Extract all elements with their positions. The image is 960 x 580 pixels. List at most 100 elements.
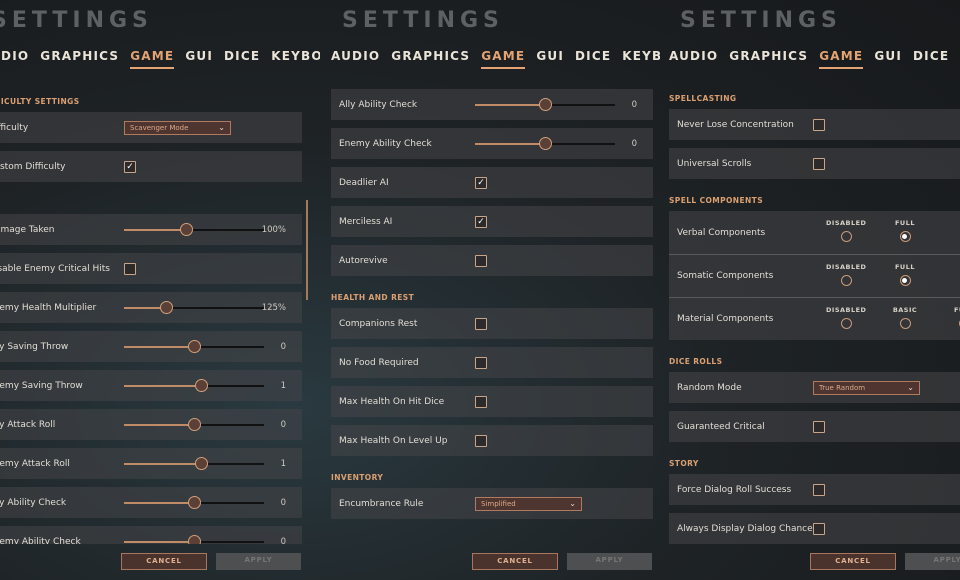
tab-dice[interactable]: DICE	[913, 49, 949, 69]
tab-game[interactable]: GAME	[481, 49, 526, 69]
slider-value: 0	[280, 536, 286, 545]
slider-thumb[interactable]	[188, 340, 201, 353]
dropdown[interactable]: Scavenger Mode ⌄	[124, 120, 231, 135]
setting-max-health-on-level-up: Max Health On Level Up	[331, 425, 653, 456]
radio-option-disabled[interactable]: DISABLED	[826, 219, 866, 246]
checkbox[interactable]	[475, 317, 487, 330]
radio-button[interactable]	[899, 318, 911, 329]
tab-keyboard[interactable]: KEYBOARD	[622, 49, 660, 69]
checkbox[interactable]	[813, 420, 825, 433]
slider-thumb[interactable]	[188, 418, 201, 431]
slider-track[interactable]	[475, 98, 615, 111]
setting-ally-attack-roll: Ally Attack Roll 0	[0, 409, 302, 440]
dropdown-value: Simplified	[481, 499, 516, 508]
checkbox[interactable]	[475, 356, 487, 369]
setting-label: Autorevive	[339, 255, 388, 266]
setting-label: Universal Scrolls	[677, 158, 752, 169]
slider-thumb[interactable]	[160, 301, 173, 314]
apply-button[interactable]: APPLY	[567, 553, 652, 570]
slider-thumb[interactable]	[195, 379, 208, 392]
apply-button[interactable]: APPLY	[216, 553, 301, 570]
dropdown[interactable]: Simplified ⌄	[475, 496, 582, 511]
slider-thumb[interactable]	[179, 223, 193, 236]
radio-button[interactable]	[840, 275, 852, 286]
checkbox[interactable]	[813, 118, 825, 131]
radio-button[interactable]	[840, 318, 852, 329]
setting-random-mode: Random Mode True Random ⌄	[669, 372, 960, 403]
slider-track[interactable]	[124, 496, 264, 509]
check-icon: ✓	[477, 216, 485, 227]
checkbox[interactable]	[475, 434, 487, 447]
slider-track[interactable]	[124, 535, 264, 544]
slider-track[interactable]	[124, 301, 264, 314]
tab-dice[interactable]: DICE	[224, 49, 260, 69]
cancel-button[interactable]: CANCEL	[472, 553, 558, 570]
radio-button[interactable]	[899, 231, 911, 242]
radio-option-disabled[interactable]: DISABLED	[826, 263, 866, 290]
slider-track[interactable]	[124, 457, 264, 470]
page-title: SETTINGS	[342, 8, 504, 33]
slider-track[interactable]	[124, 223, 264, 236]
setting-label: Never Lose Concentration	[677, 119, 794, 130]
slider-thumb[interactable]	[188, 535, 201, 544]
cancel-button[interactable]: CANCEL	[121, 553, 207, 570]
tab-keyboard[interactable]: KEYBOARD	[271, 49, 320, 69]
settings-panel-1: SETTINGS AUDIO GRAPHICS GAME GUI DICE KEYBOARD…	[0, 0, 320, 580]
setting-label: Ally Ability Check	[0, 497, 67, 508]
settings-panel-3: SETTINGSAUDIOGRAPHICSGAMEGUIDICEKEYBOARD…	[660, 0, 960, 580]
slider-track[interactable]	[124, 418, 264, 431]
tab-gui[interactable]: GUI	[536, 49, 564, 69]
settings-tabs: AUDIOGRAPHICSGAMEGUIDICEKEYBOARD	[669, 49, 960, 69]
checkbox[interactable]	[475, 395, 487, 408]
slider-thumb[interactable]	[539, 137, 552, 150]
tab-game[interactable]: GAME	[819, 49, 864, 69]
tab-graphics[interactable]: GRAPHICS	[40, 49, 119, 69]
scrollbar[interactable]	[306, 200, 308, 300]
checkbox[interactable]	[475, 254, 487, 267]
dropdown[interactable]: True Random ⌄	[813, 380, 920, 395]
setting-max-health-on-hit-dice: Max Health On Hit Dice	[331, 386, 653, 417]
slider-fill	[124, 385, 201, 387]
setting-autorevive: Autorevive	[331, 245, 653, 276]
radio-button[interactable]	[840, 231, 852, 242]
checkbox[interactable]: ✓	[124, 160, 136, 173]
cancel-button[interactable]: CANCEL	[810, 553, 896, 570]
tab-audio[interactable]: AUDIO	[331, 49, 380, 69]
slider-thumb[interactable]	[188, 496, 201, 509]
checkbox[interactable]	[813, 483, 825, 496]
slider-value: 100%	[261, 224, 286, 235]
setting-enemy-saving-throw: Enemy Saving Throw 1	[0, 370, 302, 401]
slider-track[interactable]	[124, 340, 264, 353]
radio-option-disabled[interactable]: DISABLED	[826, 306, 866, 333]
tab-graphics[interactable]: GRAPHICS	[391, 49, 470, 69]
tab-gui[interactable]: GUI	[185, 49, 213, 69]
checkbox[interactable]	[813, 522, 825, 535]
radio-option-basic[interactable]: BASIC	[885, 306, 925, 333]
checkbox[interactable]	[813, 157, 825, 170]
slider-track[interactable]	[124, 379, 264, 392]
radio-button[interactable]	[899, 275, 911, 286]
apply-button[interactable]: APPLY	[905, 553, 960, 570]
radio-label: DISABLED	[826, 219, 867, 227]
radio-option-full[interactable]: FULL	[885, 219, 925, 246]
setting-label: Deadlier AI	[339, 177, 389, 188]
checkbox[interactable]: ✓	[475, 215, 487, 228]
checkbox[interactable]	[124, 262, 136, 275]
radio-option-full[interactable]: FULL	[885, 263, 925, 290]
setting-label: Ally Attack Roll	[0, 419, 56, 430]
radio-option-full[interactable]: FULL	[944, 306, 960, 333]
slider-thumb[interactable]	[195, 457, 208, 470]
slider-fill	[124, 424, 194, 426]
setting-label: Custom Difficulty	[0, 161, 66, 172]
tab-game[interactable]: GAME	[130, 49, 175, 69]
tab-gui[interactable]: GUI	[874, 49, 902, 69]
chevron-down-icon: ⌄	[218, 122, 225, 132]
tab-dice[interactable]: DICE	[575, 49, 611, 69]
tab-audio[interactable]: AUDIO	[669, 49, 718, 69]
slider-thumb[interactable]	[539, 98, 552, 111]
slider-track[interactable]	[475, 137, 615, 150]
tab-audio[interactable]: AUDIO	[0, 49, 29, 69]
checkbox[interactable]: ✓	[475, 176, 487, 189]
tab-graphics[interactable]: GRAPHICS	[729, 49, 808, 69]
slider-value: 0	[280, 419, 286, 430]
